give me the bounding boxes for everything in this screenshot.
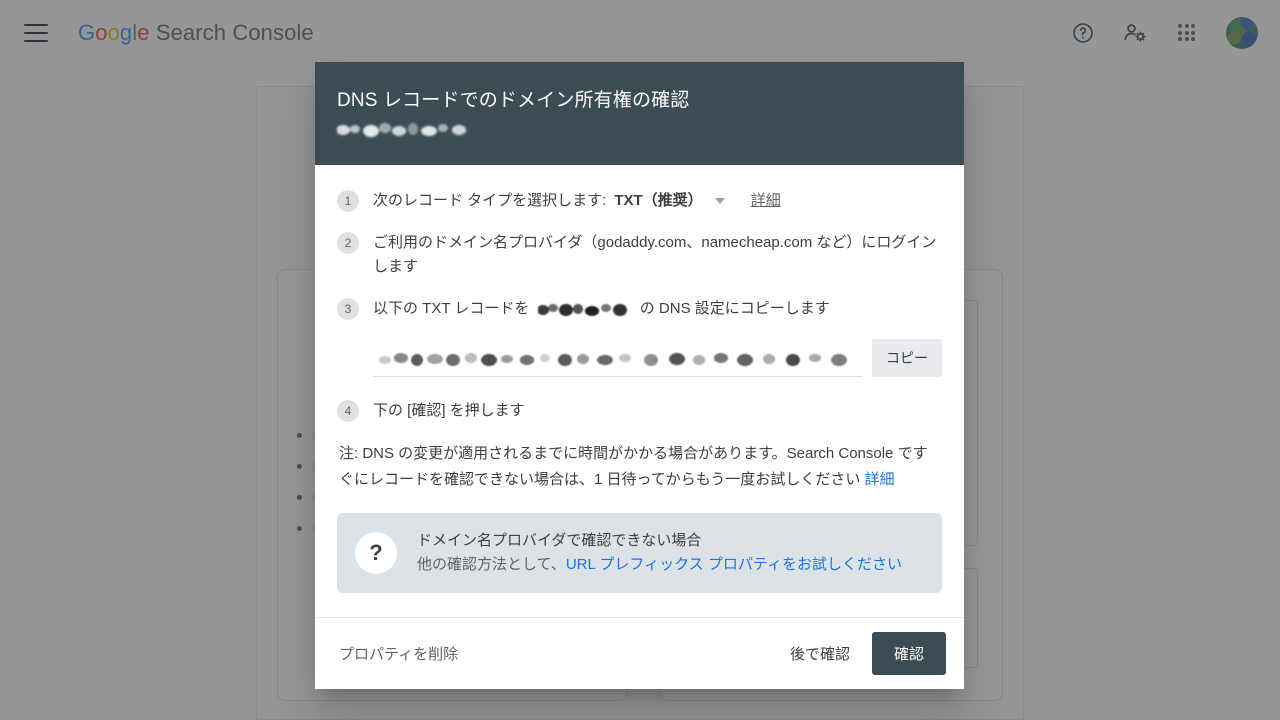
- dialog-body: 1 次のレコード タイプを選択します: TXT（推奨） 詳細 2 ご利用のドメイ…: [315, 165, 964, 617]
- step-4-label: 下の [確認] を押します: [373, 402, 525, 419]
- step-1-content: 次のレコード タイプを選択します: TXT（推奨） 詳細: [373, 189, 781, 213]
- delete-property-button[interactable]: プロパティを削除: [333, 635, 464, 672]
- alternate-verification-info-box: ? ドメイン名プロバイダで確認できない場合 他の確認方法として、URL プレフィ…: [337, 513, 942, 593]
- info-box-sub-before: 他の確認方法として、: [417, 556, 566, 573]
- step-3: 3 以下の TXT レコードを の DNS 設定にコピーします: [337, 297, 942, 321]
- step-number-badge: 1: [337, 190, 359, 212]
- dialog-title: DNS レコードでのドメイン所有権の確認: [337, 90, 690, 111]
- txt-record-value-redacted: [377, 351, 854, 367]
- info-box-subtitle: 他の確認方法として、URL プレフィックス プロパティをお試しください: [417, 553, 902, 577]
- step-3-label-before: 以下の TXT レコードを: [373, 300, 530, 317]
- record-type-details-link[interactable]: 詳細: [751, 189, 781, 213]
- dns-propagation-note: 注: DNS の変更が適用されるまでに時間がかかる場合があります。Search …: [339, 441, 942, 493]
- step-3-content: 以下の TXT レコードを の DNS 設定にコピーします: [373, 297, 830, 321]
- note-details-link[interactable]: 詳細: [865, 471, 895, 488]
- record-type-value[interactable]: TXT（推奨）: [614, 189, 702, 213]
- domain-name-redacted: [537, 301, 632, 317]
- txt-record-input[interactable]: [373, 343, 862, 377]
- step-1: 1 次のレコード タイプを選択します: TXT（推奨） 詳細: [337, 189, 942, 213]
- dns-verification-dialog: DNS レコードでのドメイン所有権の確認 1 次のレコード タイプを選択します:…: [315, 62, 964, 689]
- dialog-subtitle-redacted: [337, 122, 477, 137]
- step-1-label: 次のレコード タイプを選択します:: [373, 192, 607, 209]
- copy-button[interactable]: コピー: [872, 339, 942, 377]
- verify-later-button[interactable]: 後で確認: [780, 635, 860, 672]
- step-number-badge: 3: [337, 298, 359, 320]
- confirm-button[interactable]: 確認: [871, 632, 946, 675]
- step-4: 4 下の [確認] を押します: [337, 399, 942, 423]
- chevron-down-icon[interactable]: [714, 198, 725, 204]
- info-box-text: ドメイン名プロバイダで確認できない場合 他の確認方法として、URL プレフィック…: [417, 529, 902, 577]
- info-box-title: ドメイン名プロバイダで確認できない場合: [417, 532, 702, 549]
- dialog-footer: プロパティを削除 後で確認 確認: [315, 617, 964, 689]
- dialog-header: DNS レコードでのドメイン所有権の確認: [315, 62, 964, 165]
- step-number-badge: 2: [337, 232, 359, 254]
- app-root: Google Search Console: [0, 0, 1280, 720]
- step-3-label-after: の DNS 設定にコピーします: [639, 300, 830, 317]
- note-text: 注: DNS の変更が適用されるまでに時間がかかる場合があります。Search …: [339, 445, 928, 488]
- question-mark-icon: ?: [355, 532, 397, 574]
- step-number-badge: 4: [337, 400, 359, 422]
- step-2: 2 ご利用のドメイン名プロバイダ（godaddy.com、namecheap.c…: [337, 231, 942, 279]
- txt-record-row: コピー: [373, 339, 942, 377]
- step-2-label: ご利用のドメイン名プロバイダ（godaddy.com、namecheap.com…: [373, 234, 937, 275]
- url-prefix-property-link[interactable]: URL プレフィックス プロパティをお試しください: [566, 556, 902, 573]
